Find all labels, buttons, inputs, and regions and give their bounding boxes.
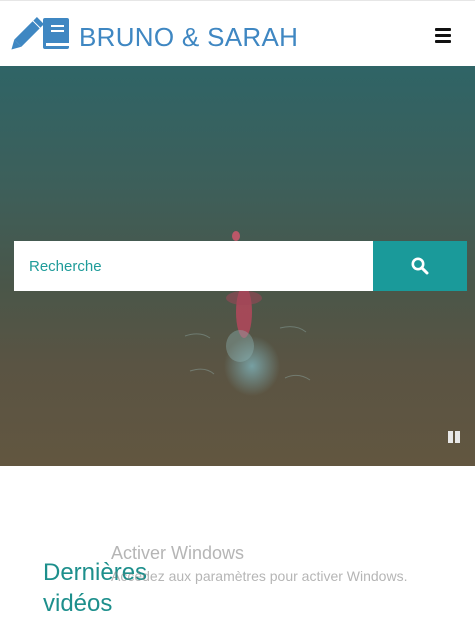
windows-activation-title: Activer Windows: [111, 543, 245, 563]
latest-videos-heading: Dernières vidéos: [43, 559, 148, 617]
pause-icon[interactable]: [446, 430, 462, 446]
search-icon: [411, 257, 429, 275]
hero-video: [0, 66, 475, 466]
pencil-book-icon[interactable]: [10, 16, 72, 52]
search-input[interactable]: [14, 241, 373, 291]
brand-title[interactable]: BRUNO & SARAH: [79, 22, 298, 52]
page: BRUNO & SARAH Recherche Dernières vidéos…: [0, 0, 475, 618]
windows-activation-subtitle: Accédez aux paramètres pour activer Wind…: [111, 568, 408, 584]
hamburger-menu-icon[interactable]: [432, 25, 458, 45]
search-bar: [14, 241, 467, 291]
search-button[interactable]: [373, 241, 467, 291]
site-header: BRUNO & SARAH: [0, 0, 475, 66]
